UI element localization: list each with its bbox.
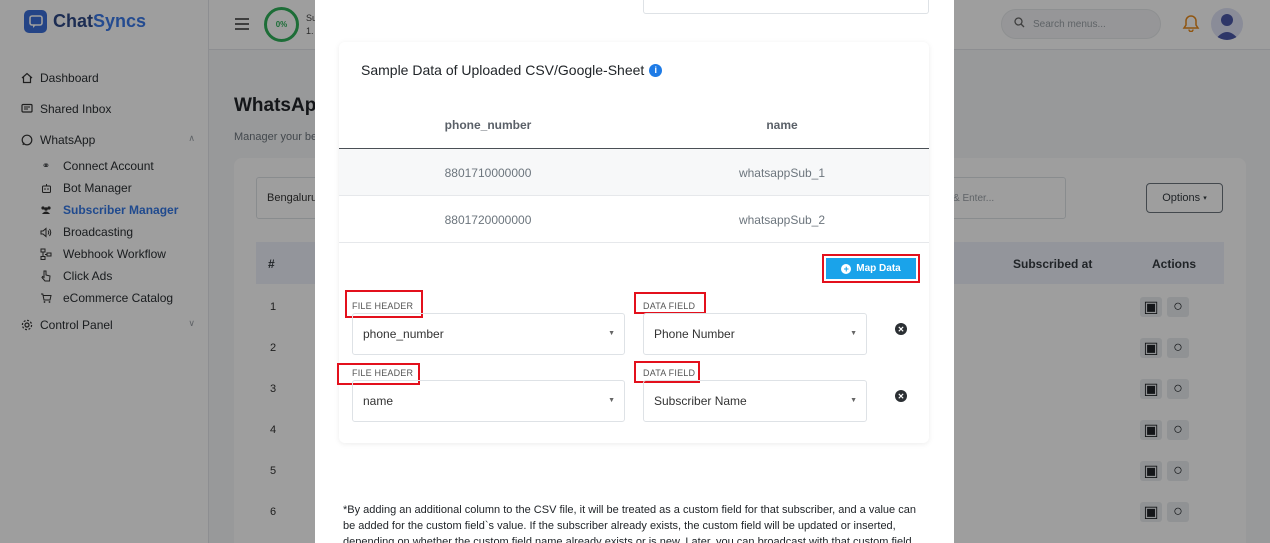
cell-phone-number: 8801710000000	[444, 166, 532, 180]
cell-name: whatsappSub_1	[738, 166, 826, 180]
file-header-label: FILE HEADER	[352, 368, 414, 378]
file-header-value: name	[363, 394, 394, 408]
file-header-select[interactable]: phone_number ▼	[352, 313, 625, 355]
sample-table-row: 8801720000000 whatsappSub_2	[339, 196, 929, 243]
file-header-label: FILE HEADER	[352, 301, 414, 311]
remove-mapping-icon[interactable]: ✕	[895, 323, 907, 335]
cell-phone-number: 8801720000000	[444, 213, 532, 227]
sample-table-header: phone_number name	[339, 114, 929, 149]
map-data-button[interactable]: + Map Data	[826, 258, 916, 279]
custom-field-note: *By adding an additional column to the C…	[343, 504, 916, 543]
plus-circle-icon: +	[841, 263, 852, 274]
info-icon[interactable]: i	[649, 63, 663, 77]
file-header-select[interactable]: name ▼	[352, 380, 625, 422]
sample-data-title: Sample Data of Uploaded CSV/Google-Sheet	[361, 62, 645, 78]
data-field-select[interactable]: Phone Number ▼	[643, 313, 867, 355]
file-header-value: phone_number	[363, 327, 444, 341]
column-header: name	[766, 118, 798, 132]
cell-name: whatsappSub_2	[738, 213, 826, 227]
caret-down-icon: ▼	[608, 397, 615, 404]
caret-down-icon: ▼	[608, 330, 615, 337]
caret-down-icon: ▼	[850, 330, 857, 337]
sample-data-card: Sample Data of Uploaded CSV/Google-Sheet…	[337, 42, 929, 443]
data-field-select[interactable]: Subscriber Name ▼	[643, 380, 867, 422]
data-field-value: Subscriber Name	[654, 394, 747, 408]
map-data-label: Map Data	[856, 263, 901, 274]
sample-table-row: 8801710000000 whatsappSub_1	[339, 149, 929, 196]
modal-input-field[interactable]	[643, 0, 929, 14]
caret-down-icon: ▼	[850, 397, 857, 404]
map-data-highlight: + Map Data	[822, 254, 920, 283]
data-field-label: DATA FIELD	[643, 301, 696, 311]
data-field-label: DATA FIELD	[643, 368, 696, 378]
remove-mapping-icon[interactable]: ✕	[895, 390, 907, 402]
data-field-value: Phone Number	[654, 327, 735, 341]
column-header: phone_number	[444, 118, 532, 132]
import-subscribers-modal: Sample Data of Uploaded CSV/Google-Sheet…	[315, 0, 954, 543]
